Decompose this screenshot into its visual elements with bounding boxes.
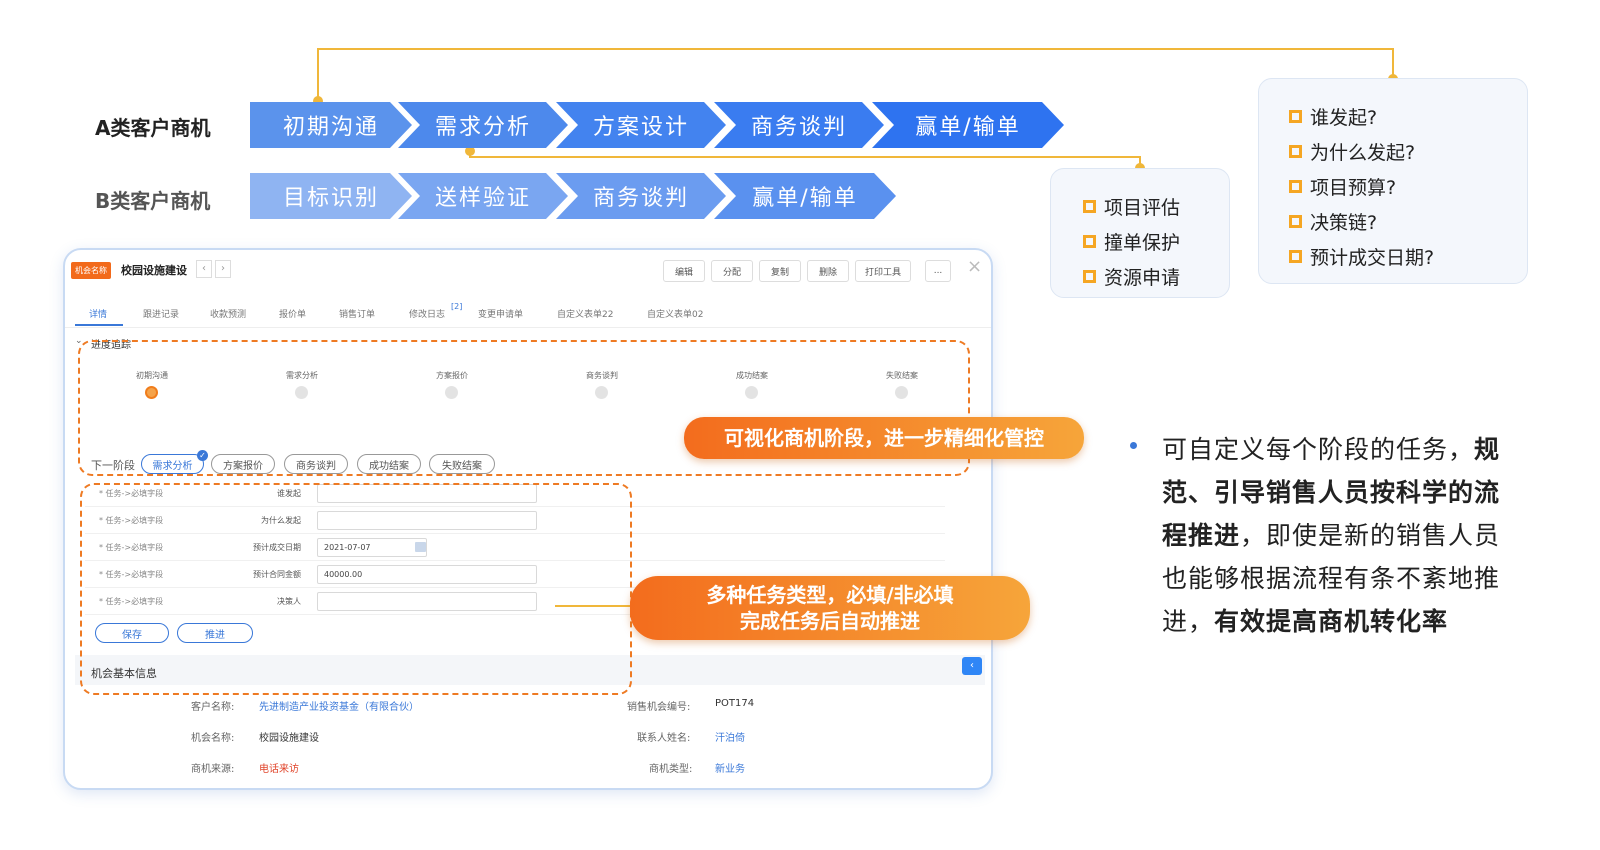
field-value: 校园设施建设 [259,733,319,744]
tab-count-badge: [2] [451,302,463,311]
checkbox-icon [1289,250,1302,263]
delete-button[interactable]: 删除 [807,260,849,282]
list-item: 谁发起? [1289,99,1527,134]
tab-details[interactable]: 详情 [89,307,107,320]
collapse-button[interactable]: ‹ [962,657,982,675]
checkbox-icon [1083,200,1096,213]
list-item: 预计成交日期? [1289,239,1527,274]
print-tools-button[interactable]: 打印工具 [855,260,911,282]
stage-chevron: 商务谈判 [556,173,726,219]
contact-link[interactable]: 汗泊倚 [715,729,745,744]
copy-button[interactable]: 复制 [759,260,801,282]
connector-line [469,156,1140,158]
connector-line [317,48,1393,50]
stage-chevron: 目标识别 [250,173,412,219]
list-item: 项目预算? [1289,169,1527,204]
field-value: 新业务 [715,764,745,775]
tab-quote[interactable]: 报价单 [279,307,306,320]
list-item: 为什么发起? [1289,134,1527,169]
tab-custom-form-22[interactable]: 自定义表单22 [557,307,613,320]
list-item: 资源申请 [1083,259,1229,294]
stage-chevron: 商务谈判 [714,102,884,148]
list-item: 项目评估 [1083,189,1229,224]
active-tab-indicator [75,324,123,326]
row-b-label: B类客户商机 [95,189,211,213]
tab-change-log[interactable]: 修改日志 [409,307,445,320]
assign-button[interactable]: 分配 [711,260,753,282]
stage-chevron: 需求分析 [398,102,568,148]
checkbox-icon [1083,235,1096,248]
stage-tasks-box: 项目评估 撞单保护 资源申请 [1050,168,1230,298]
description-text: 可自定义每个阶段的任务，规范、引导销售人员按科学的流程推进，即使是新的销售人员也… [1162,435,1501,636]
next-button[interactable]: › [215,260,231,278]
checkbox-icon [1289,215,1302,228]
field-value: 电话来访 [259,764,299,775]
close-icon[interactable]: × [967,256,982,277]
pointer-line [555,605,632,607]
checkbox-icon [1289,110,1302,123]
prev-button[interactable]: ‹ [196,260,212,278]
field-label: 商机类型: [649,764,693,775]
tab-sales-order[interactable]: 销售订单 [339,307,375,320]
field-label: 客户名称: [191,702,235,713]
customer-link[interactable]: 先进制造产业投资基金（有限合伙） [259,698,419,713]
stage-chevron: 赢单/输单 [872,102,1064,148]
tab-custom-form-02[interactable]: 自定义表单02 [647,307,703,320]
checkbox-icon [1289,180,1302,193]
task-highlight-frame [80,483,632,695]
field-label: 机会名称: [191,733,235,744]
edit-button[interactable]: 编辑 [663,260,705,282]
checkbox-icon [1289,145,1302,158]
stage-questions-box: 谁发起? 为什么发起? 项目预算? 决策链? 预计成交日期? [1258,78,1528,284]
bullet-dot [1130,442,1137,449]
row-a-label: A类客户商机 [95,116,211,140]
task-callout: 多种任务类型，必填/非必填 完成任务后自动推进 [630,576,1030,640]
connector-line [317,48,319,100]
field-value: POT174 [715,698,755,709]
field-label: 商机来源: [191,764,235,775]
stage-callout: 可视化商机阶段，进一步精细化管控 [684,417,1084,459]
list-item: 撞单保护 [1083,224,1229,259]
page-title: 校园设施建设 [121,264,187,277]
checkbox-icon [1083,270,1096,283]
stage-chevron: 方案设计 [556,102,726,148]
more-button[interactable]: ... [925,260,951,282]
field-label: 销售机会编号: [627,702,691,713]
title-badge: 机会名称 [71,262,111,279]
stage-chevron: 送样验证 [398,173,568,219]
tab-change-request[interactable]: 变更申请单 [478,307,523,320]
tab-divider [65,327,991,328]
list-item: 决策链? [1289,204,1527,239]
tab-payment-forecast[interactable]: 收款预测 [210,307,246,320]
stage-chevron: 初期沟通 [250,102,412,148]
stage-chevron: 赢单/输单 [714,173,896,219]
field-label: 联系人姓名: [637,733,691,744]
tab-followup[interactable]: 跟进记录 [143,307,179,320]
